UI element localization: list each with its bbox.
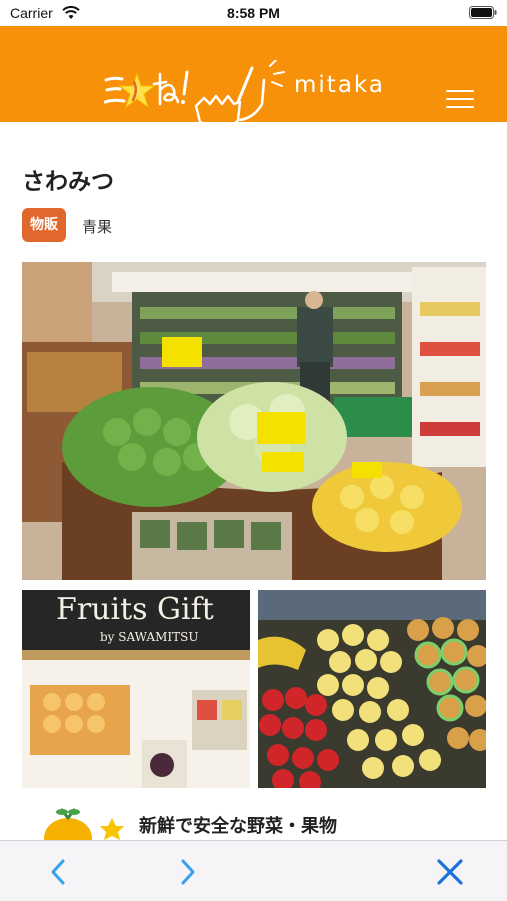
menu-line bbox=[446, 106, 474, 108]
battery-icon bbox=[469, 6, 497, 19]
close-icon[interactable] bbox=[435, 857, 465, 887]
fruits-gift-subsign: by SAWAMITSU bbox=[100, 630, 199, 644]
chevron-left-icon[interactable] bbox=[44, 857, 74, 887]
fruits-gift-photo[interactable]: Fruits Gift by SAWAMITSU bbox=[22, 590, 250, 788]
apples-pears-image bbox=[258, 590, 486, 788]
site-logo[interactable]: mitaka bbox=[104, 60, 408, 136]
logo-text: mitaka bbox=[294, 72, 385, 98]
chevron-right-icon[interactable] bbox=[172, 857, 202, 887]
menu-button[interactable] bbox=[446, 90, 476, 112]
logo-graphic bbox=[104, 60, 285, 131]
apples-pears-photo[interactable] bbox=[258, 590, 486, 788]
subcategory-label: 青果 bbox=[82, 218, 113, 236]
store-photo-main[interactable] bbox=[22, 262, 486, 580]
page-title: さわみつ bbox=[22, 169, 114, 195]
section-headline: 新鮮で安全な野菜・果物 bbox=[139, 816, 337, 837]
status-bar: Carrier 8:58 PM bbox=[0, 0, 507, 26]
fruits-gift-sign: Fruits Gift bbox=[56, 592, 214, 627]
clock: 8:58 PM bbox=[227, 5, 280, 21]
produce-store-image bbox=[22, 262, 486, 580]
menu-line bbox=[446, 90, 474, 92]
menu-line bbox=[446, 98, 474, 100]
bottom-toolbar bbox=[0, 840, 507, 901]
app-header: mitaka bbox=[0, 26, 507, 131]
category-badge[interactable]: 物販 bbox=[22, 208, 66, 242]
